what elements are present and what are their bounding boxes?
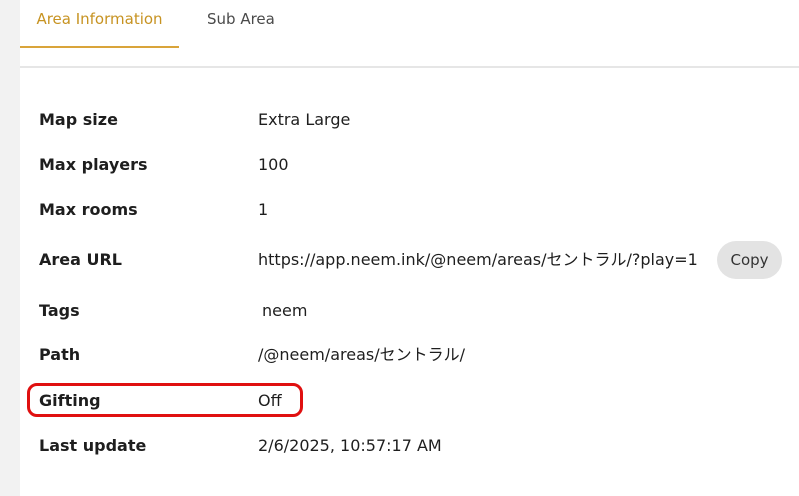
- area-details-panel: Area Information Sub Area Map size Extra…: [20, 0, 799, 496]
- copy-url-button[interactable]: Copy: [717, 241, 782, 279]
- map-size-value: Extra Large: [258, 110, 351, 129]
- detail-row-gifting: Gifting Off: [20, 381, 799, 421]
- gifting-value: Off: [258, 391, 282, 410]
- tab-bar: Area Information Sub Area: [20, 0, 799, 68]
- tab-area-information[interactable]: Area Information: [20, 0, 179, 48]
- area-url-label: Area URL: [39, 250, 122, 269]
- tab-sub-area[interactable]: Sub Area: [207, 0, 275, 48]
- path-value: /@neem/areas/セントラル/: [258, 345, 465, 364]
- detail-row-path: Path /@neem/areas/セントラル/: [20, 335, 799, 375]
- max-players-label: Max players: [39, 155, 148, 174]
- area-url-value: https://app.neem.ink/@neem/areas/セントラル/?…: [258, 250, 698, 269]
- detail-row-max-rooms: Max rooms 1: [20, 190, 799, 230]
- tags-label: Tags: [39, 301, 80, 320]
- detail-row-map-size: Map size Extra Large: [20, 100, 799, 140]
- max-rooms-value: 1: [258, 200, 269, 219]
- detail-row-last-update: Last update 2/6/2025, 10:57:17 AM: [20, 426, 799, 466]
- max-players-value: 100: [258, 155, 289, 174]
- gifting-label: Gifting: [39, 391, 101, 410]
- last-update-label: Last update: [39, 436, 147, 455]
- detail-row-tags: Tags neem: [20, 291, 799, 331]
- path-label: Path: [39, 345, 81, 364]
- last-update-value: 2/6/2025, 10:57:17 AM: [258, 436, 442, 455]
- detail-row-area-url: Area URL https://app.neem.ink/@neem/area…: [20, 240, 799, 280]
- detail-row-max-players: Max players 100: [20, 145, 799, 185]
- max-rooms-label: Max rooms: [39, 200, 138, 219]
- map-size-label: Map size: [39, 110, 118, 129]
- tag-neem: neem: [262, 301, 308, 320]
